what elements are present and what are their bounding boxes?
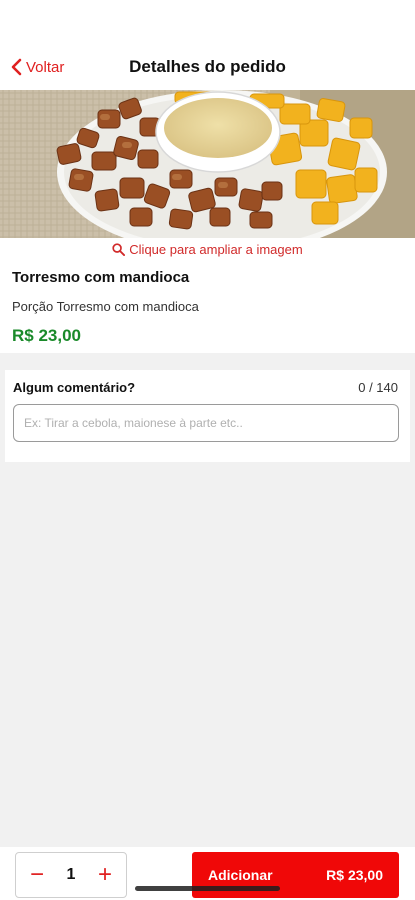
add-button-label: Adicionar	[208, 867, 273, 883]
comment-section: Algum comentário? 0 / 140	[5, 370, 410, 462]
product-image[interactable]	[0, 90, 415, 238]
food-photo	[0, 90, 415, 238]
add-to-order-button[interactable]: Adicionar R$ 23,00	[192, 852, 399, 898]
navigation-bar: Voltar Detalhes do pedido	[0, 0, 415, 90]
product-name: Torresmo com mandioca	[12, 269, 190, 286]
product-details: Clique para ampliar a imagem Torresmo co…	[0, 238, 415, 353]
comment-input[interactable]	[13, 404, 399, 442]
quantity-stepper: − 1 +	[15, 852, 127, 898]
increment-button[interactable]: +	[94, 863, 116, 887]
comment-label: Algum comentário?	[13, 380, 136, 395]
decrement-button[interactable]: −	[26, 863, 48, 887]
home-indicator	[135, 886, 280, 891]
order-bar: − 1 + Adicionar R$ 23,00	[0, 847, 415, 900]
magnifier-icon	[112, 242, 126, 256]
product-price: R$ 23,00	[12, 326, 81, 345]
quantity-value: 1	[66, 866, 76, 883]
page-title: Detalhes do pedido	[129, 57, 286, 76]
add-button-price: R$ 23,00	[326, 867, 383, 883]
zoom-image-link[interactable]: Clique para ampliar a imagem	[0, 240, 415, 258]
product-description: Porção Torresmo com mandioca	[12, 299, 199, 314]
comment-character-counter: 0 / 140	[358, 380, 398, 395]
zoom-hint: Clique para ampliar a imagem	[129, 241, 303, 257]
